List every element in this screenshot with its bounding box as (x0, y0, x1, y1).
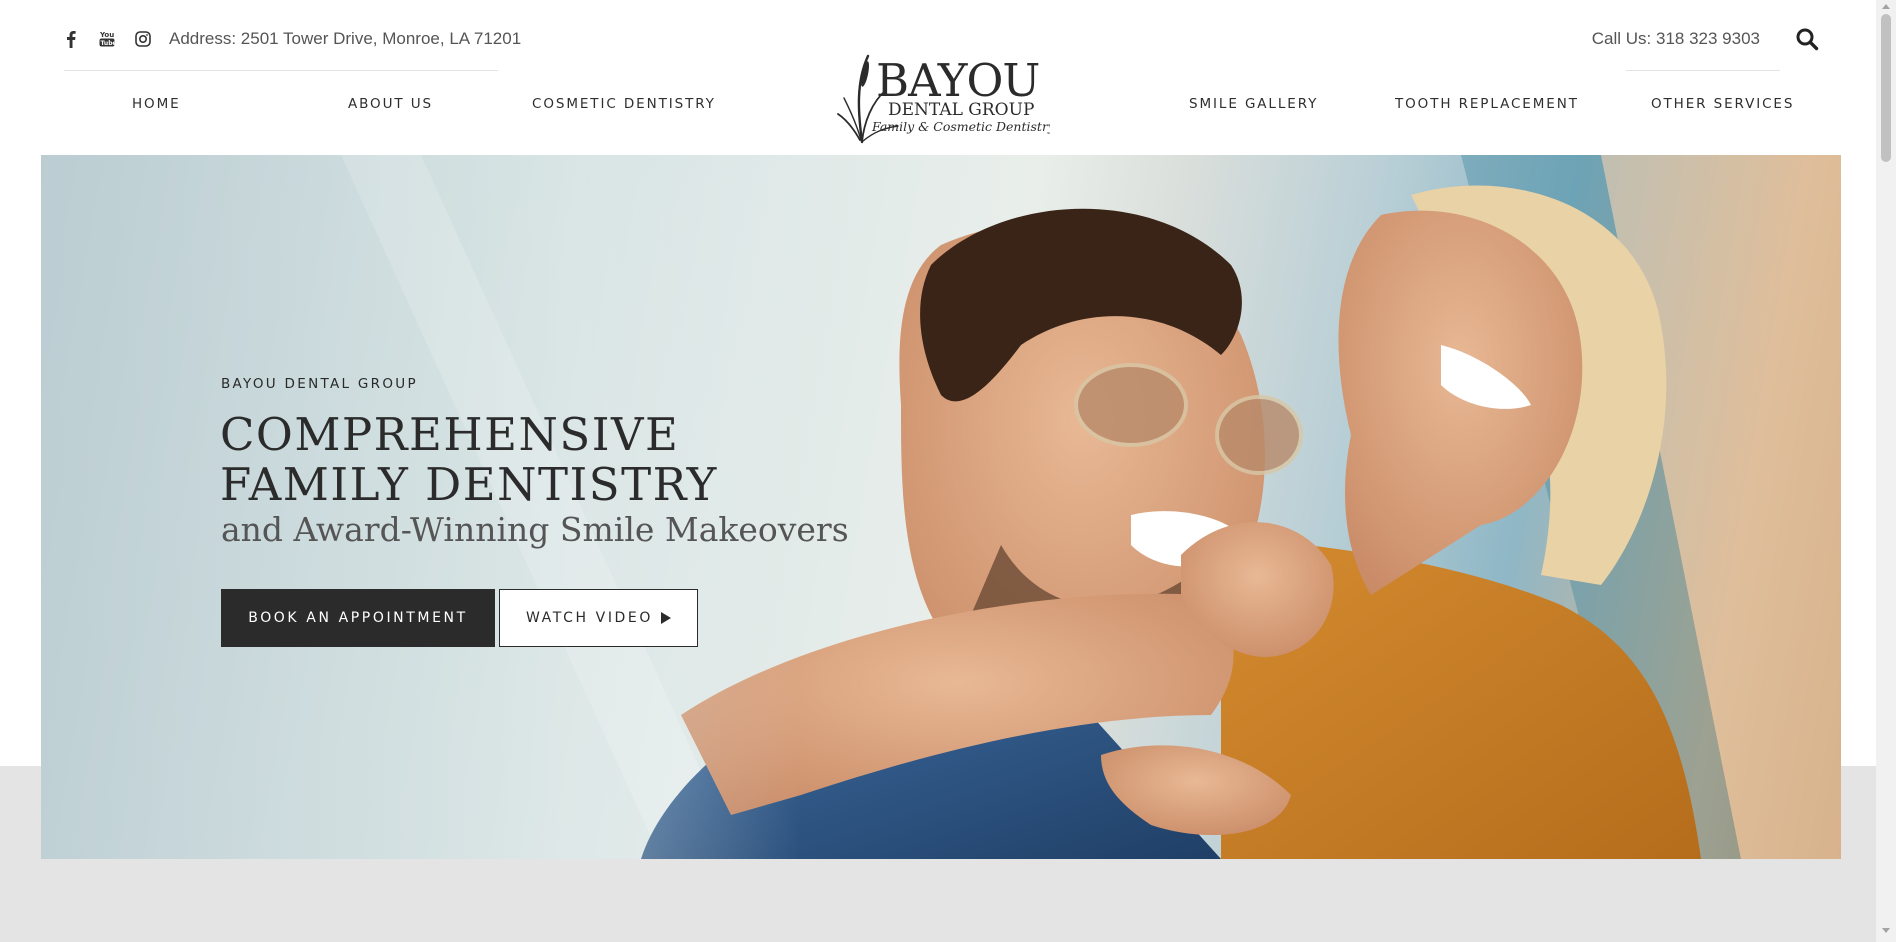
nav-smile-gallery[interactable]: SMILE GALLERY (1189, 96, 1318, 112)
phone-link[interactable]: Call Us: 318 323 9303 (1592, 29, 1760, 49)
scroll-down-arrow-icon[interactable] (1882, 928, 1890, 933)
nav-cosmetic-dentistry[interactable]: COSMETIC DENTISTRY (532, 96, 716, 112)
header-divider-right (1626, 70, 1780, 71)
watch-video-button[interactable]: WATCH VIDEO (499, 589, 698, 647)
hero-headline: COMPREHENSIVE FAMILY DENTISTRY (220, 408, 718, 511)
social-links: You Tube (62, 28, 152, 50)
scroll-thumb[interactable] (1881, 14, 1891, 162)
header-divider-left (64, 70, 498, 71)
address-text: Address: 2501 Tower Drive, Monroe, LA 71… (169, 29, 522, 48)
nav-home[interactable]: HOME (132, 96, 181, 112)
site-header: You Tube Address: 2501 Tower Drive, Monr… (0, 0, 1876, 155)
nav-tooth-replacement[interactable]: TOOTH REPLACEMENT (1395, 96, 1579, 112)
instagram-icon[interactable] (134, 28, 152, 50)
book-appointment-button[interactable]: BOOK AN APPOINTMENT (221, 589, 495, 647)
logo-line2: DENTAL GROUP (888, 100, 1034, 120)
hero-eyebrow: BAYOU DENTAL GROUP (221, 376, 418, 392)
site-logo[interactable]: BAYOU DENTAL GROUP Family & Cosmetic Den… (834, 52, 1056, 144)
page-scrollbar[interactable] (1876, 0, 1896, 942)
scroll-up-arrow-icon[interactable] (1882, 4, 1890, 9)
logo-line3: Family & Cosmetic Dentistry (871, 119, 1050, 134)
watch-video-label: WATCH VIDEO (525, 610, 653, 626)
svg-text:You: You (99, 31, 114, 39)
search-icon[interactable] (1795, 27, 1819, 51)
svg-text:Tube: Tube (101, 40, 116, 47)
youtube-icon[interactable]: You Tube (98, 28, 116, 50)
nav-other-services[interactable]: OTHER SERVICES (1651, 96, 1794, 112)
facebook-icon[interactable] (62, 28, 80, 50)
book-appointment-label: BOOK AN APPOINTMENT (248, 610, 468, 626)
nav-about-us[interactable]: ABOUT US (348, 96, 433, 112)
play-icon (661, 612, 671, 624)
hero-subheading: and Award-Winning Smile Makeovers (221, 510, 849, 549)
